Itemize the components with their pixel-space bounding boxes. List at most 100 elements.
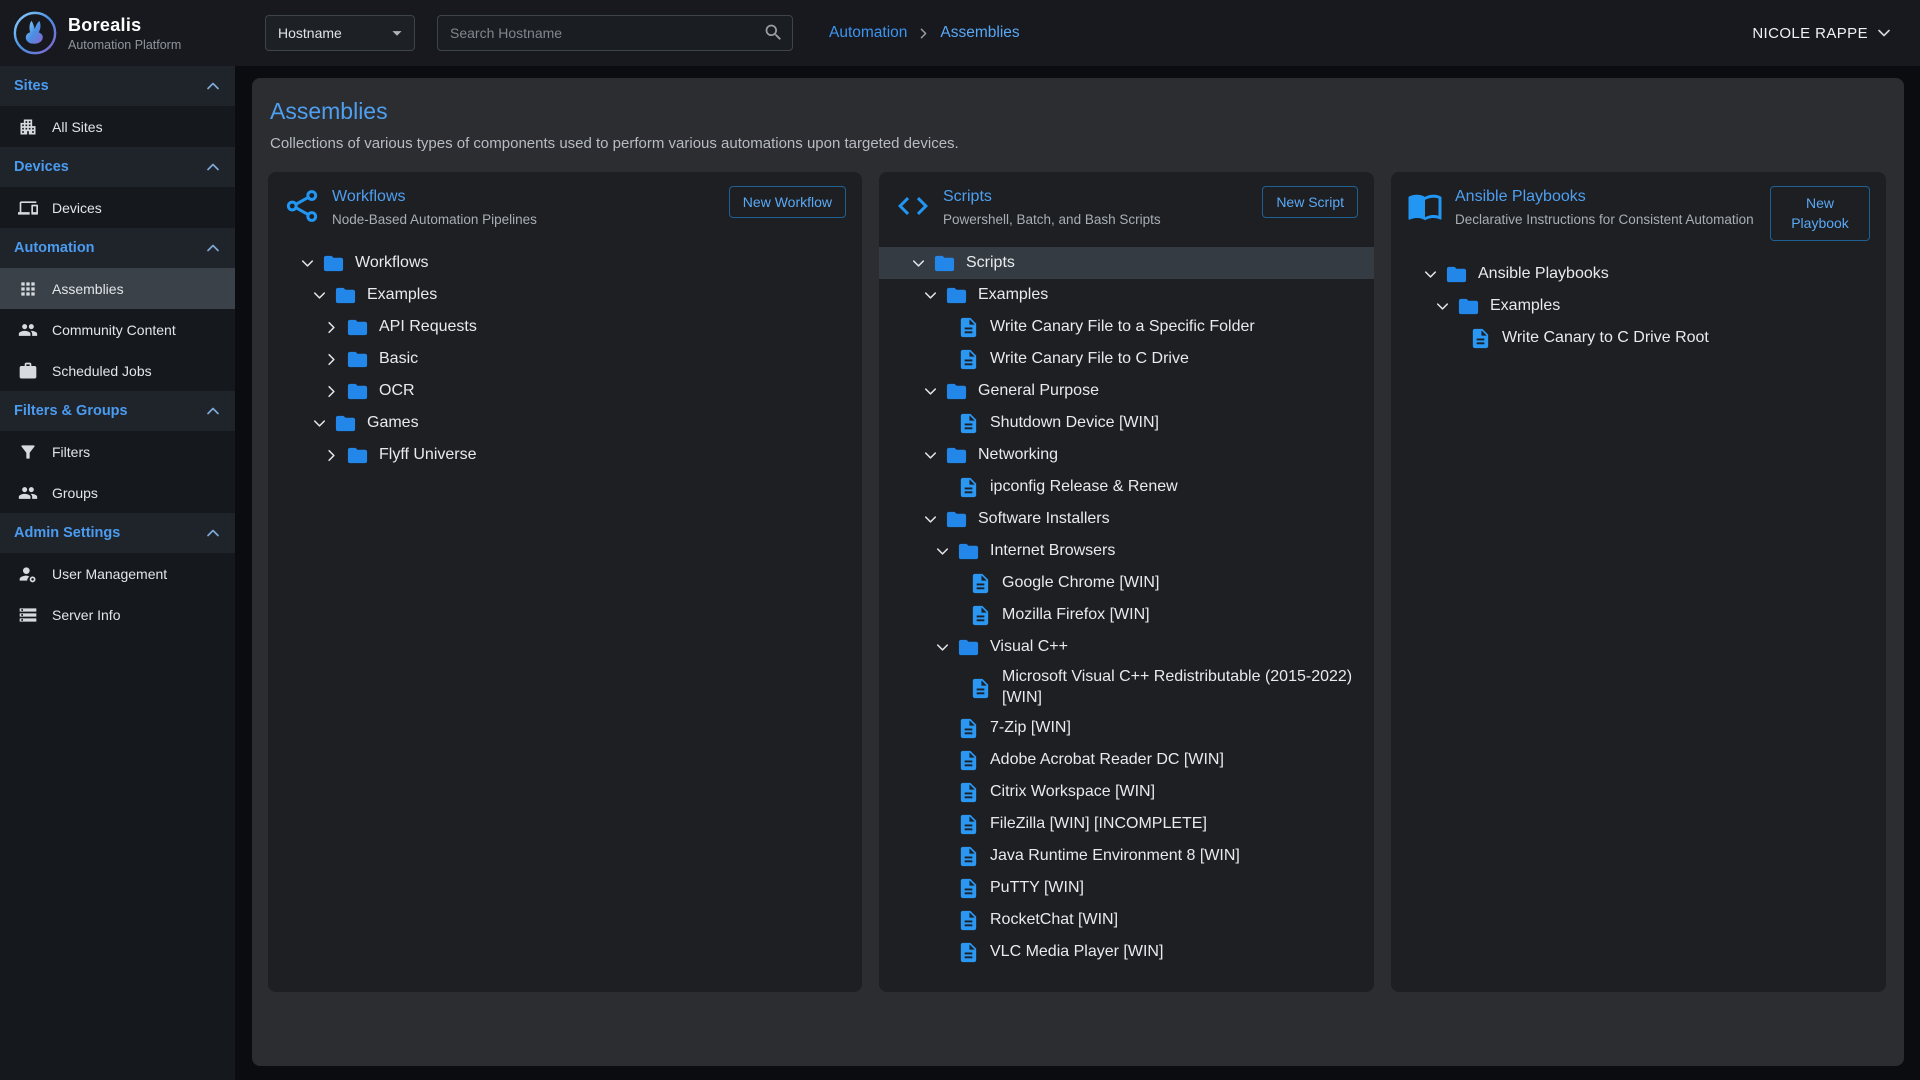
brand: Borealis Automation Platform xyxy=(0,10,235,56)
tree-folder-games[interactable]: Games xyxy=(268,407,862,439)
tree-file-write-canary-file-to-a-specific-folder[interactable]: Write Canary File to a Specific Folder xyxy=(879,311,1374,343)
tree-folder-api-requests[interactable]: API Requests xyxy=(268,311,862,343)
sidebar-section-automation[interactable]: Automation xyxy=(0,228,235,268)
sidebar-section-admin-settings[interactable]: Admin Settings xyxy=(0,513,235,553)
chevron-down-icon[interactable] xyxy=(921,286,940,305)
file-icon xyxy=(1469,327,1492,350)
chevron-down-icon[interactable] xyxy=(310,286,329,305)
tree-file-mozilla-firefox-win[interactable]: Mozilla Firefox [WIN] xyxy=(879,599,1374,631)
sidebar-item-filters[interactable]: Filters xyxy=(0,431,235,472)
tree-item-label: RocketChat [WIN] xyxy=(990,906,1126,935)
tree-file-write-canary-to-c-drive-root[interactable]: Write Canary to C Drive Root xyxy=(1391,323,1886,355)
sidebar-section-label: Automation xyxy=(14,240,95,256)
sidebar-section-devices[interactable]: Devices xyxy=(0,147,235,187)
chevron-right-icon[interactable] xyxy=(322,382,341,401)
tree-expander xyxy=(927,638,957,657)
tree-folder-general-purpose[interactable]: General Purpose xyxy=(879,375,1374,407)
tree-folder-internet-browsers[interactable]: Internet Browsers xyxy=(879,535,1374,567)
user-menu[interactable]: NICOLE RAPPE xyxy=(1752,23,1920,43)
workflows-card: Workflows Node-Based Automation Pipeline… xyxy=(268,172,862,992)
tree-folder-examples[interactable]: Examples xyxy=(879,279,1374,311)
breadcrumb-assemblies[interactable]: Assemblies xyxy=(940,24,1019,42)
search-input[interactable] xyxy=(437,15,793,51)
sidebar-section-sites[interactable]: Sites xyxy=(0,66,235,106)
sidebar-item-user-management[interactable]: User Management xyxy=(0,553,235,594)
file-icon xyxy=(957,941,980,964)
new-workflow-button[interactable]: New Workflow xyxy=(729,186,846,218)
chevron-down-icon[interactable] xyxy=(298,254,317,273)
tree-folder-examples[interactable]: Examples xyxy=(1391,291,1886,323)
tree-folder-visual-c[interactable]: Visual C++ xyxy=(879,631,1374,663)
folder-icon xyxy=(346,316,369,339)
tree-file-microsoft-visual-c-redistributable-2015-2022-win[interactable]: Microsoft Visual C++ Redistributable (20… xyxy=(879,663,1374,713)
sidebar-item-groups[interactable]: Groups xyxy=(0,472,235,513)
sidebar-item-label: Devices xyxy=(52,200,102,216)
cards-row: Workflows Node-Based Automation Pipeline… xyxy=(268,172,1888,992)
tree-file-write-canary-file-to-c-drive[interactable]: Write Canary File to C Drive xyxy=(879,343,1374,375)
sidebar-item-community-content[interactable]: Community Content xyxy=(0,309,235,350)
tree-file-putty-win[interactable]: PuTTY [WIN] xyxy=(879,873,1374,905)
chevron-right-icon[interactable] xyxy=(322,318,341,337)
folder-icon xyxy=(945,284,968,307)
scripts-card-titles: Scripts Powershell, Batch, and Bash Scri… xyxy=(943,186,1250,229)
tree-folder-basic[interactable]: Basic xyxy=(268,343,862,375)
tree-file-google-chrome-win[interactable]: Google Chrome [WIN] xyxy=(879,567,1374,599)
tree-item-label: Microsoft Visual C++ Redistributable (20… xyxy=(1002,663,1374,713)
tree-folder-ansible-playbooks[interactable]: Ansible Playbooks xyxy=(1391,259,1886,291)
file-icon xyxy=(969,572,992,595)
tree-item-label: Workflows xyxy=(355,249,437,278)
tree-file-shutdown-device-win[interactable]: Shutdown Device [WIN] xyxy=(879,407,1374,439)
community-content-icon xyxy=(18,320,38,340)
tree-folder-scripts[interactable]: Scripts xyxy=(879,247,1374,279)
tree-folder-software-installers[interactable]: Software Installers xyxy=(879,503,1374,535)
assemblies-panel: Assemblies Collections of various types … xyxy=(252,78,1904,1066)
sidebar-item-server-info[interactable]: Server Info xyxy=(0,594,235,635)
sidebar-item-all-sites[interactable]: All Sites xyxy=(0,106,235,147)
page-subtitle: Collections of various types of componen… xyxy=(270,135,1888,152)
tree-folder-workflows[interactable]: Workflows xyxy=(268,247,862,279)
sidebar-item-scheduled-jobs[interactable]: Scheduled Jobs xyxy=(0,350,235,391)
tree-folder-networking[interactable]: Networking xyxy=(879,439,1374,471)
chevron-down-icon[interactable] xyxy=(933,542,952,561)
folder-icon xyxy=(322,252,345,275)
tree-folder-ocr[interactable]: OCR xyxy=(268,375,862,407)
sidebar-item-label: User Management xyxy=(52,566,167,582)
tree-folder-flyff-universe[interactable]: Flyff Universe xyxy=(268,439,862,471)
hostname-select[interactable]: Hostname xyxy=(265,15,415,51)
chevron-down-icon[interactable] xyxy=(921,510,940,529)
tree-file-vlc-media-player-win[interactable]: VLC Media Player [WIN] xyxy=(879,937,1374,969)
tree-item-label: PuTTY [WIN] xyxy=(990,874,1092,903)
tree-folder-examples[interactable]: Examples xyxy=(268,279,862,311)
tree-item-label: Visual C++ xyxy=(990,633,1076,662)
tree-file-7-zip-win[interactable]: 7-Zip [WIN] xyxy=(879,713,1374,745)
tree-file-citrix-workspace-win[interactable]: Citrix Workspace [WIN] xyxy=(879,777,1374,809)
chevron-down-icon[interactable] xyxy=(1421,265,1440,284)
new-playbook-button[interactable]: New Playbook xyxy=(1770,186,1870,241)
chevron-down-icon[interactable] xyxy=(921,382,940,401)
new-script-button[interactable]: New Script xyxy=(1262,186,1358,218)
code-icon xyxy=(895,188,931,224)
sidebar-section-filters-groups[interactable]: Filters & Groups xyxy=(0,391,235,431)
tree-file-java-runtime-environment-8-win[interactable]: Java Runtime Environment 8 [WIN] xyxy=(879,841,1374,873)
sidebar-item-assemblies[interactable]: Assemblies xyxy=(0,268,235,309)
chevron-down-icon[interactable] xyxy=(921,446,940,465)
chevron-right-icon[interactable] xyxy=(322,350,341,369)
chevron-down-icon[interactable] xyxy=(909,254,928,273)
tree-file-rocketchat-win[interactable]: RocketChat [WIN] xyxy=(879,905,1374,937)
tree-file-filezilla-win-incomplete[interactable]: FileZilla [WIN] [INCOMPLETE] xyxy=(879,809,1374,841)
sidebar: SitesAll SitesDevicesDevicesAutomationAs… xyxy=(0,66,235,1080)
sidebar-section-label: Filters & Groups xyxy=(14,403,128,419)
sidebar-item-devices[interactable]: Devices xyxy=(0,187,235,228)
tree-expander xyxy=(304,286,334,305)
tree-file-adobe-acrobat-reader-dc-win[interactable]: Adobe Acrobat Reader DC [WIN] xyxy=(879,745,1374,777)
chevron-down-icon[interactable] xyxy=(310,414,329,433)
chevron-down-icon[interactable] xyxy=(933,638,952,657)
search-box xyxy=(437,15,793,51)
breadcrumb-automation[interactable]: Automation xyxy=(829,24,907,42)
chevron-up-icon xyxy=(203,238,223,258)
chevron-right-icon[interactable] xyxy=(322,446,341,465)
chevron-down-icon[interactable] xyxy=(1433,297,1452,316)
tree-file-ipconfig-release-renew[interactable]: ipconfig Release & Renew xyxy=(879,471,1374,503)
file-icon xyxy=(957,348,980,371)
search-icon xyxy=(763,22,784,43)
